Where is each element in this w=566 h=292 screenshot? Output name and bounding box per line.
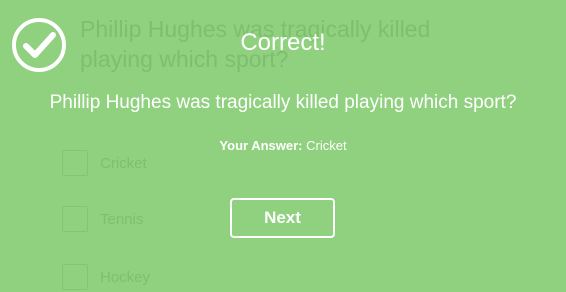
result-overlay: Correct! Phillip Hughes was tragically k… — [0, 0, 566, 292]
result-question: Phillip Hughes was tragically killed pla… — [49, 92, 517, 113]
your-answer: Your Answer: Cricket — [0, 137, 566, 155]
your-answer-value: Cricket — [306, 138, 347, 153]
your-answer-label: Your Answer: — [219, 138, 303, 153]
next-button[interactable]: Next — [230, 198, 335, 238]
result-title: Correct! — [240, 29, 326, 56]
